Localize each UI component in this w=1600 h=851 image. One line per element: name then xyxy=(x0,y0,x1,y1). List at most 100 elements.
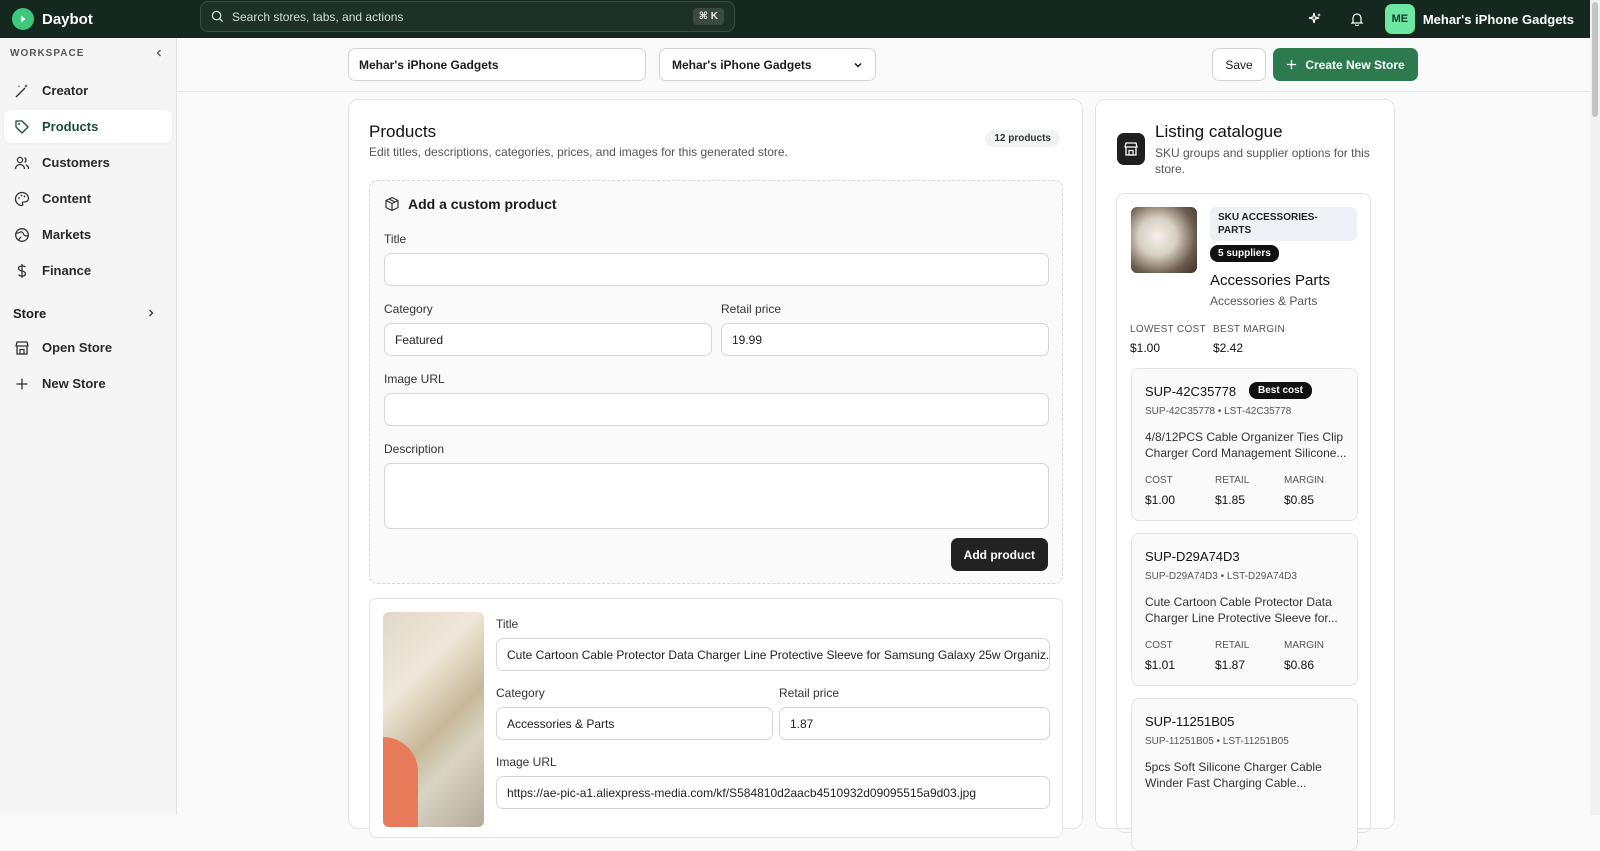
category-label: Category xyxy=(496,686,545,700)
title-label: Title xyxy=(496,617,519,631)
search-shortcut: ⌘ K xyxy=(692,8,724,25)
sidebar-item-finance[interactable]: Finance xyxy=(4,254,172,287)
sidebar-item-label: Creator xyxy=(42,83,89,98)
main-content: Mehar's iPhone Gadgets Mehar's iPhone Ga… xyxy=(177,38,1590,851)
retail-label: RETAIL xyxy=(1215,475,1250,486)
sku-group-name: Accessories Parts xyxy=(1210,272,1331,289)
supplier-card[interactable]: SUP-42C35778 Best cost SUP-42C35778 • LS… xyxy=(1131,368,1358,521)
best-margin-label: BEST MARGIN xyxy=(1213,324,1286,335)
cost-value: $1.00 xyxy=(1145,493,1176,507)
custom-price-input[interactable]: 19.99 xyxy=(721,323,1049,356)
retail-value: $1.85 xyxy=(1215,493,1246,507)
product-image xyxy=(383,612,484,827)
cost-value: $1.01 xyxy=(1145,658,1176,672)
image-url-label: Image URL xyxy=(384,372,445,386)
lowest-cost-label: LOWEST COST xyxy=(1130,324,1206,335)
sku-image xyxy=(1131,207,1197,273)
retail-price-label: Retail price xyxy=(779,686,840,700)
bell-icon[interactable] xyxy=(1343,5,1371,33)
sidebar-item-new-store[interactable]: New Store xyxy=(4,367,172,400)
margin-value: $0.86 xyxy=(1284,658,1315,672)
custom-product-title: Add a custom product xyxy=(408,196,557,212)
search-icon xyxy=(211,10,224,23)
product-category-input[interactable]: Accessories & Parts xyxy=(496,707,773,740)
supplier-card[interactable]: SUP-11251B05 SUP-11251B05 • LST-11251B05… xyxy=(1131,698,1358,851)
search-input[interactable]: Search stores, tabs, and actions ⌘ K xyxy=(200,1,735,32)
wand-icon xyxy=(15,83,28,97)
users-icon xyxy=(14,156,30,169)
supplier-ids: SUP-42C35778 • LST-42C35778 xyxy=(1145,406,1292,417)
create-store-label: Create New Store xyxy=(1305,57,1405,72)
plus-icon xyxy=(1287,59,1297,70)
supplier-name: SUP-11251B05 xyxy=(1145,714,1235,729)
supplier-description: Cute Cartoon Cable Protector Data Charge… xyxy=(1145,594,1350,627)
page-scrollbar[interactable] xyxy=(1590,0,1600,815)
product-price-input[interactable]: 1.87 xyxy=(779,707,1050,740)
cost-label: COST xyxy=(1145,475,1173,486)
supplier-description-line: Charger Cord Management Silicone... xyxy=(1145,446,1347,460)
sidebar-item-creator[interactable]: Creator xyxy=(4,74,172,107)
cost-label: COST xyxy=(1145,640,1173,651)
custom-description-textarea[interactable] xyxy=(384,463,1049,529)
store-name-input[interactable]: Mehar's iPhone Gadgets xyxy=(348,48,646,81)
sidebar-item-products[interactable]: Products xyxy=(4,110,172,143)
products-title: Products xyxy=(369,122,437,141)
title-label: Title xyxy=(384,232,407,246)
sku-code-badge: SKU ACCESSORIES-PARTS xyxy=(1210,207,1357,241)
supplier-ids: SUP-11251B05 • LST-11251B05 xyxy=(1145,736,1289,747)
product-image-url-input[interactable]: https://ae-pic-a1.aliexpress-media.com/k… xyxy=(496,776,1050,809)
app-name: Daybot xyxy=(42,10,93,28)
products-panel: Products Edit titles, descriptions, cate… xyxy=(348,99,1083,838)
best-margin-value: $2.42 xyxy=(1213,341,1244,355)
sidebar-item-label: New Store xyxy=(42,376,106,391)
sidebar-item-open-store[interactable]: Open Store xyxy=(4,331,172,364)
supplier-description-line: Charger Line Protective Sleeve for... xyxy=(1145,611,1338,625)
package-icon xyxy=(385,196,399,212)
store-section-label: Store xyxy=(13,305,47,321)
sidebar: WORKSPACE Creator Products Customers Con… xyxy=(0,38,177,815)
image-url-label: Image URL xyxy=(496,755,557,769)
store-section-toggle[interactable]: Store xyxy=(0,301,176,325)
products-count-badge: 12 products xyxy=(985,130,1060,147)
margin-label: MARGIN xyxy=(1284,640,1324,651)
supplier-description-line: Cute Cartoon Cable Protector Data xyxy=(1145,595,1332,609)
daybot-logo-icon xyxy=(12,8,34,30)
supplier-card[interactable]: SUP-D29A74D3 SUP-D29A74D3 • LST-D29A74D3… xyxy=(1131,533,1358,686)
sidebar-item-label: Open Store xyxy=(42,340,113,355)
workspace-label: WORKSPACE xyxy=(10,47,85,59)
supplier-description: 4/8/12PCS Cable Organizer Ties Clip Char… xyxy=(1145,429,1350,462)
scrollbar-thumb[interactable] xyxy=(1592,2,1598,117)
supplier-name: SUP-D29A74D3 xyxy=(1145,549,1240,564)
product-title-input[interactable]: Cute Cartoon Cable Protector Data Charge… xyxy=(496,638,1050,671)
create-store-button[interactable]: Create New Store xyxy=(1273,48,1418,81)
palette-icon xyxy=(14,191,30,206)
globe-icon xyxy=(15,227,29,242)
store-select[interactable]: Mehar's iPhone Gadgets xyxy=(659,48,876,81)
sparkle-icon[interactable] xyxy=(1301,5,1329,33)
sidebar-item-customers[interactable]: Customers xyxy=(4,146,172,179)
retail-price-label: Retail price xyxy=(721,302,782,316)
custom-title-input[interactable] xyxy=(384,253,1049,286)
supplier-description-line: Winder Fast Charging Cable... xyxy=(1145,776,1307,790)
custom-image-url-input[interactable] xyxy=(384,393,1049,426)
sidebar-item-content[interactable]: Content xyxy=(4,182,172,215)
sidebar-item-label: Customers xyxy=(42,155,110,170)
collapse-chevron-icon[interactable] xyxy=(154,48,164,58)
avatar[interactable]: ME xyxy=(1384,4,1415,34)
tag-icon xyxy=(15,119,29,134)
catalogue-subtitle: SKU groups and supplier options for this… xyxy=(1155,146,1370,176)
add-product-button[interactable]: Add product xyxy=(950,538,1048,571)
custom-product-heading: Add a custom product xyxy=(384,196,557,212)
brand[interactable]: Daybot xyxy=(0,8,200,30)
save-button[interactable]: Save xyxy=(1212,48,1266,81)
custom-category-input[interactable]: Featured xyxy=(384,323,712,356)
user-name[interactable]: Mehar's iPhone Gadgets xyxy=(1423,12,1574,27)
store-select-value: Mehar's iPhone Gadgets xyxy=(672,57,812,72)
search-placeholder: Search stores, tabs, and actions xyxy=(232,9,404,24)
products-subtitle: Edit titles, descriptions, categories, p… xyxy=(369,145,788,159)
margin-value: $0.85 xyxy=(1284,493,1315,507)
sidebar-item-markets[interactable]: Markets xyxy=(4,218,172,251)
sku-group-card[interactable]: SKU ACCESSORIES-PARTS 5 suppliers Access… xyxy=(1116,193,1371,851)
supplier-description-line: 4/8/12PCS Cable Organizer Ties Clip xyxy=(1145,430,1344,444)
dollar-icon xyxy=(17,263,27,278)
